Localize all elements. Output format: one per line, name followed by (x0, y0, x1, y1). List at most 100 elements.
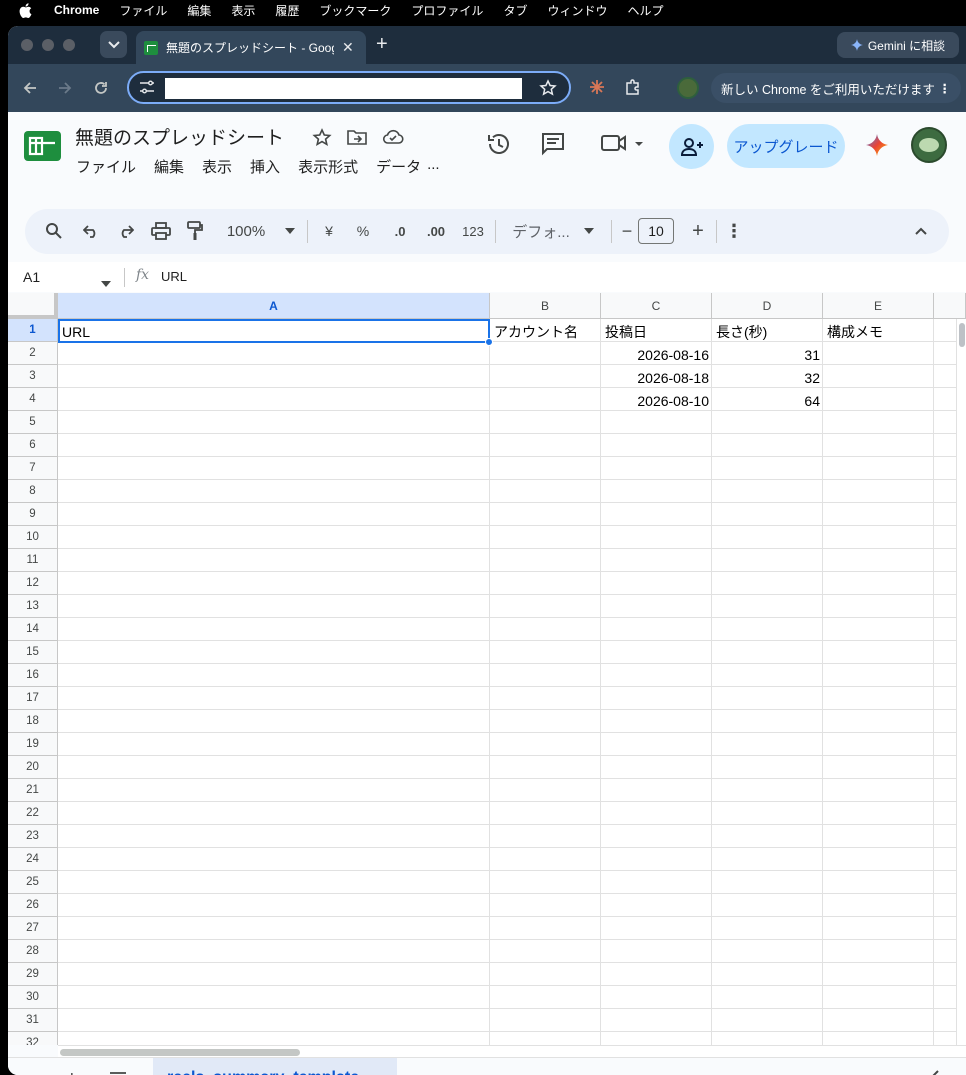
horizontal-scrollbar[interactable] (58, 1045, 966, 1057)
row-header-25[interactable]: 25 (8, 871, 58, 894)
formula-input[interactable]: URL (161, 269, 187, 284)
spreadsheet-grid[interactable]: A B C D E 1 2 3 4 5 6 7 8 9 10 11 12 13 14 15 16 17 18 19 2… (8, 293, 966, 1045)
row-header-20[interactable]: 20 (8, 756, 58, 779)
menubar-app-name[interactable]: Chrome (54, 3, 99, 17)
comments-icon[interactable] (540, 131, 566, 160)
format-percent-button[interactable]: % (356, 221, 370, 241)
meet-video-icon[interactable] (600, 131, 646, 158)
sheets-logo-icon[interactable] (24, 131, 61, 161)
redo-icon[interactable] (116, 221, 136, 241)
move-folder-icon[interactable] (346, 128, 368, 149)
new-tab-button[interactable]: + (376, 34, 388, 54)
cloud-status-icon[interactable] (382, 128, 404, 149)
row-header-11[interactable]: 11 (8, 549, 58, 572)
row-header-29[interactable]: 29 (8, 963, 58, 986)
menu-data[interactable]: データ (376, 156, 421, 177)
row-header-32[interactable]: 32 (8, 1032, 58, 1045)
version-history-icon[interactable] (486, 131, 512, 160)
menu-insert[interactable]: 挿入 (250, 156, 280, 177)
menubar-view[interactable]: 表示 (231, 2, 255, 19)
cell-c4[interactable]: 2026-08-10 (602, 389, 712, 412)
increase-decimal-button[interactable]: .00 (423, 221, 449, 241)
back-arrow-icon[interactable] (20, 78, 40, 98)
decrease-decimal-button[interactable]: .0 (388, 221, 412, 241)
address-bar[interactable] (127, 71, 571, 104)
cell-d2[interactable]: 31 (713, 343, 823, 366)
vertical-scrollbar-thumb[interactable] (959, 323, 965, 347)
row-header-6[interactable]: 6 (8, 434, 58, 457)
profile-avatar-icon[interactable] (677, 77, 699, 99)
row-header-24[interactable]: 24 (8, 848, 58, 871)
row-header-17[interactable]: 17 (8, 687, 58, 710)
menubar-edit[interactable]: 編集 (187, 2, 211, 19)
menubar-help[interactable]: ヘルプ (627, 2, 663, 19)
menubar-tab[interactable]: タブ (503, 2, 527, 19)
site-settings-icon[interactable] (139, 80, 155, 97)
cell-d4[interactable]: 64 (713, 389, 823, 412)
vertical-scrollbar[interactable] (956, 319, 966, 1045)
zoom-caret-icon[interactable] (284, 221, 296, 241)
row-header-8[interactable]: 8 (8, 480, 58, 503)
column-header-a[interactable]: A (58, 293, 490, 319)
all-sheets-menu-icon[interactable] (109, 1071, 127, 1075)
column-header-f[interactable] (934, 293, 966, 319)
font-size-decrease-button[interactable]: − (619, 221, 635, 241)
cell-b1[interactable]: アカウント名 (491, 320, 601, 343)
select-all-corner[interactable] (8, 293, 58, 319)
gemini-spark-icon[interactable] (866, 134, 888, 159)
menubar-history[interactable]: 履歴 (275, 2, 299, 19)
address-input[interactable] (165, 78, 522, 99)
row-header-19[interactable]: 19 (8, 733, 58, 756)
document-title[interactable]: 無題のスプレッドシート (75, 123, 284, 150)
menubar-profiles[interactable]: プロファイル (411, 2, 483, 19)
browser-tab-active[interactable]: 無題のスプレッドシート - Google ✕ (136, 31, 366, 64)
row-header-26[interactable]: 26 (8, 894, 58, 917)
zoom-select[interactable]: 100% (222, 221, 270, 241)
row-header-18[interactable]: 18 (8, 710, 58, 733)
menubar-file[interactable]: ファイル (119, 2, 167, 19)
row-header-22[interactable]: 22 (8, 802, 58, 825)
more-options-icon[interactable]: ⋮ (725, 221, 743, 241)
window-zoom-button[interactable] (63, 39, 75, 51)
column-header-d[interactable]: D (712, 293, 823, 319)
column-header-c[interactable]: C (601, 293, 712, 319)
cell-e1[interactable]: 構成メモ (824, 320, 934, 343)
name-box-caret-icon[interactable] (101, 275, 111, 290)
cell-d3[interactable]: 32 (713, 366, 823, 389)
name-box[interactable]: A1 (23, 269, 40, 285)
font-family-select[interactable]: デフォ... (511, 221, 571, 241)
row-header-28[interactable]: 28 (8, 940, 58, 963)
fill-handle[interactable] (485, 338, 493, 346)
row-header-12[interactable]: 12 (8, 572, 58, 595)
font-caret-icon[interactable] (583, 221, 595, 241)
apple-icon[interactable] (19, 2, 37, 18)
window-minimize-button[interactable] (42, 39, 54, 51)
upgrade-button[interactable]: アップグレード (727, 124, 845, 168)
column-header-b[interactable]: B (490, 293, 601, 319)
row-header-10[interactable]: 10 (8, 526, 58, 549)
row-header-9[interactable]: 9 (8, 503, 58, 526)
menu-format[interactable]: 表示形式 (298, 156, 358, 177)
side-panel-toggle-icon[interactable] (930, 1070, 940, 1075)
row-header-30[interactable]: 30 (8, 986, 58, 1009)
undo-icon[interactable] (81, 221, 101, 241)
window-close-button[interactable] (21, 39, 33, 51)
menu-file[interactable]: ファイル (76, 156, 136, 177)
add-sheet-button[interactable]: + (66, 1068, 78, 1075)
column-header-e[interactable]: E (823, 293, 934, 319)
tab-close-icon[interactable]: ✕ (342, 39, 354, 56)
claude-extension-icon[interactable] (588, 78, 606, 99)
menubar-window[interactable]: ウィンドウ (547, 2, 607, 19)
tab-search-button[interactable] (100, 31, 127, 58)
search-menus-icon[interactable] (44, 221, 64, 241)
row-header-13[interactable]: 13 (8, 595, 58, 618)
paint-format-icon[interactable] (185, 221, 205, 241)
star-icon[interactable] (312, 128, 332, 151)
sheet-tab-active[interactable]: reels_summary_template (153, 1058, 397, 1075)
row-header-4[interactable]: 4 (8, 388, 58, 411)
bookmark-star-icon[interactable] (539, 79, 557, 100)
row-header-3[interactable]: 3 (8, 365, 58, 388)
number-format-button[interactable]: 123 (461, 221, 485, 241)
more-menu-icon[interactable]: ⋮ (939, 81, 952, 96)
row-header-27[interactable]: 27 (8, 917, 58, 940)
